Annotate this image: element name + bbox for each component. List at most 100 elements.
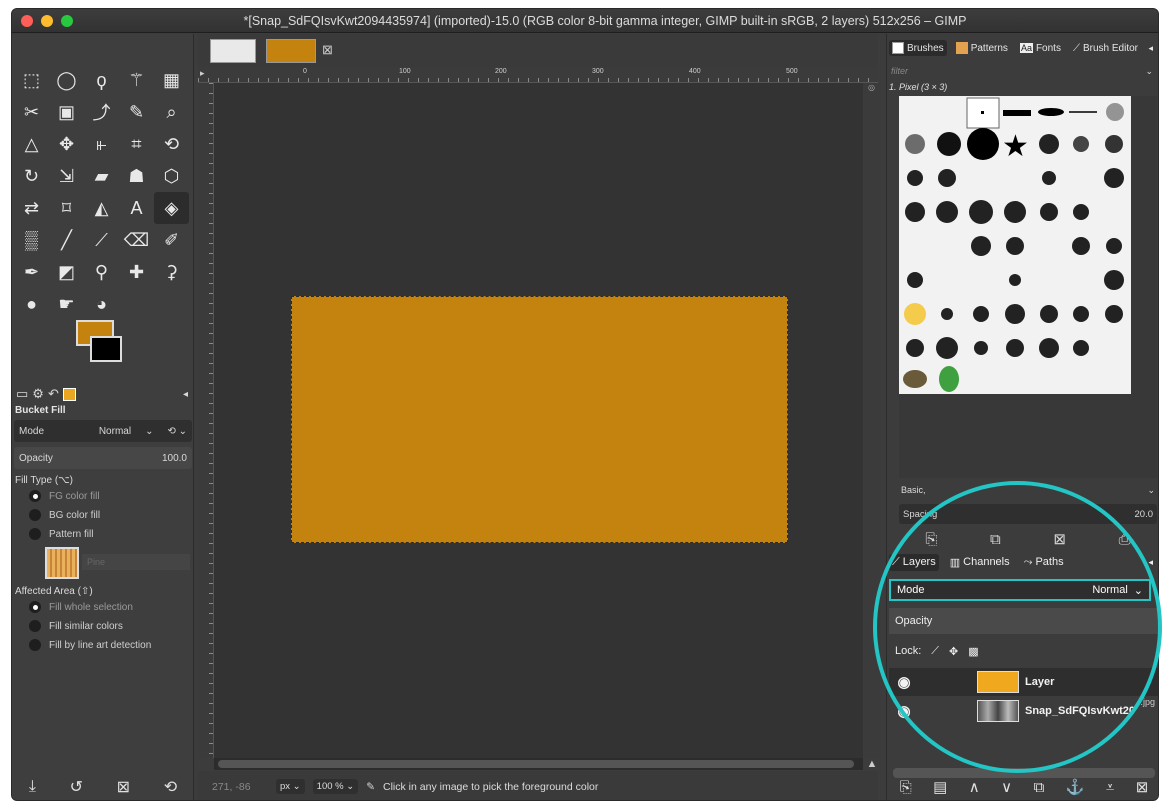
pencil-tool-icon[interactable]: ╱ xyxy=(49,224,84,256)
bucket-fill-icon[interactable]: ◈ xyxy=(154,192,189,224)
tab-brush-editor[interactable]: ⟋ Brush Editor xyxy=(1070,41,1141,56)
paths-tool-icon[interactable]: ⤴ xyxy=(84,96,119,128)
minimize-window-button[interactable] xyxy=(41,15,53,27)
paintbrush-tool-icon[interactable]: ⟋ xyxy=(84,224,119,256)
mypaint-brush-icon[interactable]: ◩ xyxy=(49,256,84,288)
gradient-tool-icon[interactable]: ▒ xyxy=(14,224,49,256)
blur-tool-icon[interactable]: ● xyxy=(14,288,49,320)
zoom-select[interactable]: 100 % ⌄ xyxy=(312,779,359,794)
opacity-slider[interactable]: Opacity 100.0 xyxy=(14,447,192,469)
pattern-fill-radio[interactable]: Pattern fill xyxy=(29,528,93,540)
undo-history-tab-icon[interactable]: ↶ xyxy=(48,386,59,402)
fg-bg-colors[interactable] xyxy=(76,320,136,366)
rect-select-icon[interactable]: ⬚ xyxy=(14,64,49,96)
text-tool-icon[interactable]: A xyxy=(119,192,154,224)
brush-grid[interactable]: ★ xyxy=(899,96,1131,394)
close-tab-icon[interactable]: ⊠ xyxy=(322,42,333,58)
zoom-fit-icon[interactable]: ◎ xyxy=(868,83,876,93)
anchor-layer-icon[interactable]: ⚓ xyxy=(1066,778,1085,796)
configure-tab-icon[interactable]: ◂ xyxy=(183,389,188,400)
zoom-window-button[interactable] xyxy=(61,15,73,27)
tab-fonts[interactable]: Aa Fonts xyxy=(1017,41,1064,56)
fg-color-fill-radio[interactable]: FG color fill xyxy=(29,490,100,502)
canvas-area[interactable] xyxy=(214,83,863,758)
mode-select[interactable]: Mode Normal ⌄ ⟲ ⌄ xyxy=(14,420,192,442)
ink-tool-icon[interactable]: ✒ xyxy=(14,256,49,288)
close-window-button[interactable] xyxy=(21,15,33,27)
perspective-clone-icon[interactable]: ⚳ xyxy=(154,256,189,288)
restore-options-icon[interactable]: ↺ xyxy=(70,777,83,797)
horizontal-scrollbar[interactable] xyxy=(214,758,863,770)
duplicate-layer-icon[interactable]: ⧉ xyxy=(1034,779,1045,796)
color-picker-icon[interactable]: ✎ xyxy=(119,96,154,128)
image-tab-snapshot[interactable] xyxy=(210,39,256,63)
align-tool-icon[interactable]: ⫦ xyxy=(84,128,119,160)
tool-options-tab-icon[interactable]: ▭ xyxy=(16,386,28,402)
rotate-tool-icon[interactable]: ↻ xyxy=(14,160,49,192)
ruler-tick: 0 xyxy=(303,68,307,75)
pattern-thumbnail[interactable] xyxy=(45,547,79,579)
clone-tool-icon[interactable]: ⚲ xyxy=(84,256,119,288)
warp-tool-icon[interactable]: ☗ xyxy=(119,160,154,192)
tab-patterns[interactable]: Patterns xyxy=(953,40,1011,56)
delete-layer-icon[interactable]: ⊠ xyxy=(1136,778,1149,796)
radio-dot xyxy=(29,620,41,632)
new-layer-icon[interactable]: ⎘ xyxy=(900,779,912,796)
fuzzy-select-icon[interactable]: ⚚ xyxy=(119,64,154,96)
merge-down-icon[interactable]: ⩡ xyxy=(1106,779,1114,796)
bg-color-fill-radio[interactable]: BG color fill xyxy=(29,509,100,521)
measure-icon[interactable]: △ xyxy=(14,128,49,160)
tab-brushes[interactable]: Brushes xyxy=(889,40,947,56)
reset-options-icon[interactable]: ⟲ xyxy=(164,777,177,797)
fill-line-art-radio[interactable]: Fill by line art detection xyxy=(29,639,151,651)
ellipse-select-icon[interactable]: ◯ xyxy=(49,64,84,96)
smudge-tool-icon[interactable]: ☛ xyxy=(49,288,84,320)
navigate-icon[interactable]: ▲ xyxy=(864,758,880,772)
color-picker-icon: ✎ xyxy=(366,780,376,793)
dock-menu-icon[interactable]: ◂ xyxy=(1148,43,1153,54)
reset-mode-icon[interactable]: ⟲ ⌄ xyxy=(167,426,187,437)
scroll-thumb[interactable] xyxy=(218,760,854,768)
eraser-tool-icon[interactable]: ⌫ xyxy=(119,224,154,256)
new-group-icon[interactable]: ▤ xyxy=(933,778,947,796)
delete-options-icon[interactable]: ⊠ xyxy=(117,777,130,797)
image-layer-fill[interactable] xyxy=(291,296,788,543)
zoom-tool-icon[interactable]: ⌕ xyxy=(154,96,189,128)
flip-tool-icon[interactable]: ⇄ xyxy=(14,192,49,224)
chevron-down-icon[interactable]: ⌄ xyxy=(1145,66,1153,77)
zoom-value: 100 % xyxy=(316,781,344,792)
brush-preview-grid[interactable]: ★ xyxy=(899,96,1131,394)
unit-select[interactable]: px ⌄ xyxy=(276,779,305,794)
unified-transform-icon[interactable]: ⟲ xyxy=(154,128,189,160)
move-tool-icon[interactable]: ✥ xyxy=(49,128,84,160)
brush-filter-input[interactable]: filter ⌄ xyxy=(889,66,1158,82)
tool-grid: ⬚ ◯ ϙ ⚚ ▦ ✂ ▣ ⤴ ✎ ⌕ △ ✥ ⫦ ⌗ ⟲ ↻ ⇲ ▰ ☗ ⬡ … xyxy=(14,64,189,320)
airbrush-tool-icon[interactable]: ✐ xyxy=(154,224,189,256)
save-options-icon[interactable]: ⤓ xyxy=(29,778,36,796)
fill-whole-selection-radio[interactable]: Fill whole selection xyxy=(29,601,133,613)
scale-tool-icon[interactable]: ⇲ xyxy=(49,160,84,192)
heal-tool-icon[interactable]: ✚ xyxy=(119,256,154,288)
lower-layer-icon[interactable]: ∨ xyxy=(1001,778,1012,796)
dodge-burn-icon[interactable]: ◕ xyxy=(84,288,119,320)
free-select-icon[interactable]: ϙ xyxy=(84,64,119,96)
images-tab-icon[interactable] xyxy=(62,387,76,401)
crop-tool-icon[interactable]: ⌗ xyxy=(119,128,154,160)
color-select-icon[interactable]: ▦ xyxy=(154,64,189,96)
cage-tool-icon[interactable]: ⌑ xyxy=(49,192,84,224)
image-tab-current[interactable] xyxy=(266,39,316,63)
foreground-select-icon[interactable]: ▣ xyxy=(49,96,84,128)
title-bar: *[Snap_SdFQIsvKwt2094435974] (imported)-… xyxy=(12,9,1158,33)
perspective-tool-icon[interactable]: ⬡ xyxy=(154,160,189,192)
smudge-shape-icon[interactable]: ◭ xyxy=(84,192,119,224)
background-color-swatch[interactable] xyxy=(90,336,122,362)
scissors-icon[interactable]: ✂ xyxy=(14,96,49,128)
raise-layer-icon[interactable]: ∧ xyxy=(969,778,980,796)
shear-tool-icon[interactable]: ▰ xyxy=(84,160,119,192)
svg-text:★: ★ xyxy=(1002,130,1029,163)
fill-similar-colors-radio[interactable]: Fill similar colors xyxy=(29,620,123,632)
tab-label: Brush Editor xyxy=(1082,42,1138,54)
opacity-label: Opacity xyxy=(19,452,53,464)
status-message: Click in any image to pick the foregroun… xyxy=(383,780,599,793)
device-status-tab-icon[interactable]: ⚙ xyxy=(32,386,44,402)
